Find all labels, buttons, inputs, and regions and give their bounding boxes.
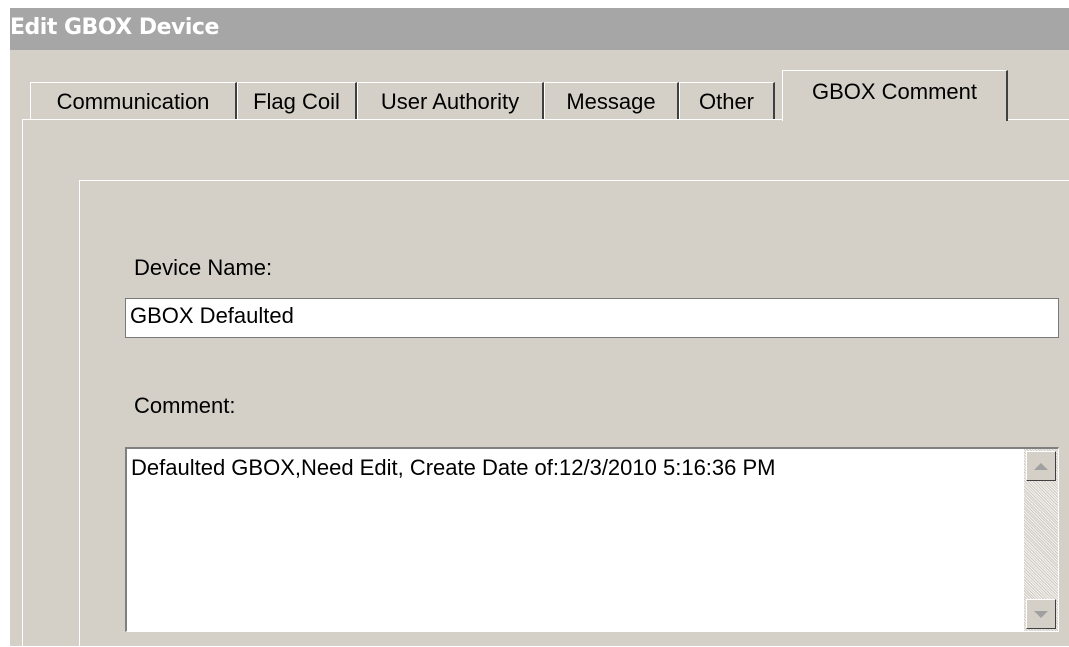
- comment-group-box: Device Name: GBOX Defaulted Comment: Def…: [79, 180, 1069, 647]
- tab-page-gbox-comment: Device Name: GBOX Defaulted Comment: Def…: [22, 119, 1069, 647]
- tab-message[interactable]: Message: [544, 82, 679, 120]
- tab-other[interactable]: Other: [679, 82, 775, 120]
- edit-gbox-device-window: Edit GBOX Device Communication Flag Coil…: [10, 8, 1069, 647]
- comment-text: Defaulted GBOX,Need Edit, Create Date of…: [131, 455, 776, 480]
- device-name-label: Device Name:: [134, 255, 273, 280]
- arrow-down-icon: [1034, 610, 1048, 618]
- title-bar[interactable]: Edit GBOX Device: [10, 8, 1069, 50]
- comment-textarea[interactable]: Defaulted GBOX,Need Edit, Create Date of…: [125, 447, 1059, 632]
- scroll-down-button[interactable]: [1026, 599, 1056, 629]
- scroll-up-button[interactable]: [1026, 451, 1056, 481]
- comment-label: Comment:: [134, 393, 236, 418]
- tab-gbox-comment[interactable]: GBOX Comment: [782, 70, 1008, 121]
- window-title: Edit GBOX Device: [10, 15, 219, 40]
- tab-strip: Communication Flag Coil User Authority M…: [30, 70, 1069, 121]
- tab-flag-coil[interactable]: Flag Coil: [237, 82, 357, 120]
- comment-scrollbar[interactable]: [1024, 449, 1058, 631]
- tab-communication[interactable]: Communication: [30, 82, 237, 120]
- tab-user-authority[interactable]: User Authority: [357, 82, 544, 120]
- arrow-up-icon: [1034, 462, 1048, 470]
- device-name-input[interactable]: GBOX Defaulted: [125, 298, 1059, 338]
